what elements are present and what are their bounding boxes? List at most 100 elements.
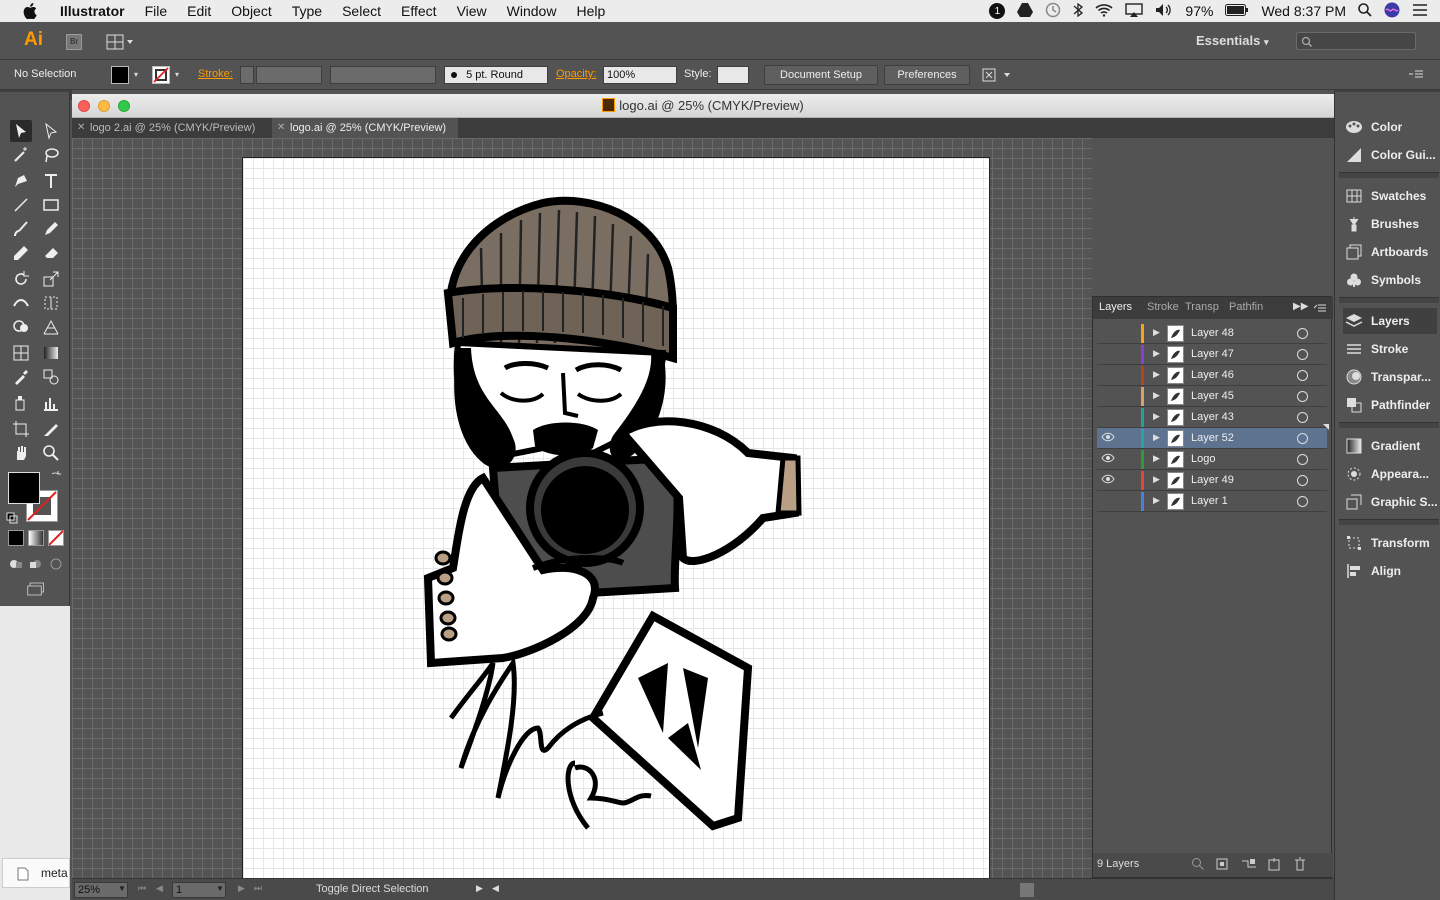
rotate-tool-icon[interactable] — [10, 268, 32, 290]
stroke-label[interactable]: Stroke: — [198, 68, 233, 80]
bridge-button[interactable]: Br — [66, 34, 82, 50]
visibility-eye-icon[interactable] — [1101, 410, 1115, 424]
layer-name[interactable]: Layer 47 — [1191, 348, 1234, 360]
blend-tool-icon[interactable] — [40, 366, 62, 388]
finder-window-tab[interactable]: meta — [2, 858, 70, 888]
expand-layer-icon[interactable]: ▶ — [1153, 411, 1160, 422]
expand-layer-icon[interactable]: ▶ — [1153, 390, 1160, 401]
visibility-eye-icon[interactable] — [1101, 431, 1115, 445]
fill-dropdown[interactable]: ▾ — [130, 66, 142, 84]
expand-layer-icon[interactable]: ▶ — [1153, 369, 1160, 380]
gradient-mode-button[interactable] — [28, 530, 44, 546]
graphic-style-picker[interactable] — [717, 66, 749, 84]
eraser-tool-icon[interactable] — [40, 242, 62, 264]
layer-row[interactable]: ▶ Layer 1 — [1097, 491, 1327, 512]
dock-brushes[interactable]: Brushes — [1343, 211, 1437, 237]
perspective-grid-tool-icon[interactable] — [40, 316, 62, 338]
first-artboard-icon[interactable]: ⏮ — [138, 883, 146, 894]
fill-color-swatch[interactable] — [111, 66, 129, 84]
mesh-tool-icon[interactable] — [10, 342, 32, 364]
tab-pathfinder[interactable]: Pathfin — [1229, 301, 1263, 313]
layer-target-icon[interactable] — [1297, 454, 1308, 465]
dock-stroke[interactable]: Stroke — [1343, 336, 1437, 362]
column-graph-tool-icon[interactable] — [40, 392, 62, 414]
control-panel-menu-icon[interactable] — [1408, 68, 1424, 83]
dock-layers[interactable]: Layers — [1343, 308, 1437, 334]
layer-target-icon[interactable] — [1297, 391, 1308, 402]
dock-graphic-styles[interactable]: Graphic S... — [1343, 489, 1437, 515]
layer-name[interactable]: Layer 43 — [1191, 411, 1234, 423]
fill-color-box[interactable] — [8, 472, 40, 504]
draw-inside-icon[interactable] — [48, 556, 64, 572]
horizontal-scroll-thumb[interactable] — [1020, 883, 1034, 897]
dock-transparency[interactable]: Transpar... — [1343, 364, 1437, 390]
visibility-eye-icon[interactable] — [1101, 326, 1115, 340]
zoom-dropdown-icon[interactable]: ▼ — [118, 884, 126, 893]
expand-layer-icon[interactable]: ▶ — [1153, 495, 1160, 506]
expand-panel-icon[interactable]: ▶▶ — [1293, 301, 1308, 312]
visibility-eye-icon[interactable] — [1101, 389, 1115, 403]
brush-definition-select[interactable]: 5 pt. Round — [444, 66, 548, 84]
pen-tool-icon[interactable] — [10, 170, 32, 192]
stroke-weight-stepper[interactable] — [240, 66, 254, 84]
type-tool-icon[interactable] — [40, 170, 62, 192]
dock-color[interactable]: Color — [1343, 114, 1437, 140]
layer-name[interactable]: Layer 46 — [1191, 369, 1234, 381]
dock-appearance[interactable]: Appeara... — [1343, 461, 1437, 487]
dock-artboards[interactable]: Artboards — [1343, 239, 1437, 265]
document-setup-button[interactable]: Document Setup — [764, 65, 878, 85]
screen-mode-icon[interactable] — [24, 580, 48, 598]
visibility-eye-icon[interactable] — [1101, 473, 1115, 487]
layer-name[interactable]: Layer 1 — [1191, 495, 1228, 507]
status-text[interactable]: Toggle Direct Selection — [316, 883, 429, 895]
layer-row[interactable]: ▶ Layer 43 — [1097, 407, 1327, 428]
layer-row[interactable]: ▶ Layer 49 — [1097, 470, 1327, 491]
dock-pathfinder[interactable]: Pathfinder — [1343, 392, 1437, 418]
last-artboard-icon[interactable]: ⏭ — [254, 883, 262, 894]
onepassword-icon[interactable]: 1 — [989, 3, 1006, 19]
tab-logo[interactable]: ✕ logo.ai @ 25% (CMYK/Preview) — [272, 118, 458, 138]
layer-target-icon[interactable] — [1297, 475, 1308, 486]
locate-object-icon[interactable] — [1191, 857, 1205, 874]
shape-builder-tool-icon[interactable] — [10, 316, 32, 338]
layer-name[interactable]: Logo — [1191, 453, 1215, 465]
artboard-tool-icon[interactable] — [10, 418, 32, 440]
expand-layer-icon[interactable]: ▶ — [1153, 348, 1160, 359]
close-tab-icon[interactable]: ✕ — [277, 118, 285, 138]
lasso-tool-icon[interactable] — [40, 144, 62, 166]
menu-object[interactable]: Object — [221, 3, 281, 19]
artboard[interactable] — [242, 157, 990, 878]
layer-target-icon[interactable] — [1297, 370, 1308, 381]
layer-row[interactable]: ▶ Layer 47 — [1097, 344, 1327, 365]
line-segment-tool-icon[interactable] — [10, 194, 32, 216]
layer-name[interactable]: Layer 52 — [1191, 432, 1234, 444]
new-sublayer-icon[interactable] — [1241, 857, 1257, 874]
panel-menu-icon[interactable] — [1313, 302, 1327, 316]
eyedropper-tool-icon[interactable] — [10, 366, 32, 388]
visibility-eye-icon[interactable] — [1101, 347, 1115, 361]
menu-app-name[interactable]: Illustrator — [54, 3, 135, 19]
layer-target-icon[interactable] — [1297, 496, 1308, 507]
width-tool-icon[interactable] — [10, 292, 32, 314]
slice-tool-icon[interactable] — [40, 418, 62, 440]
symbol-sprayer-tool-icon[interactable] — [10, 392, 32, 414]
scroll-left-icon[interactable]: ◀ — [492, 883, 499, 894]
color-mode-button[interactable] — [8, 530, 24, 546]
tab-logo-2[interactable]: ✕ logo 2.ai @ 25% (CMYK/Preview) — [72, 118, 272, 138]
time-machine-icon[interactable] — [1045, 2, 1061, 21]
free-transform-tool-icon[interactable] — [40, 292, 62, 314]
menu-help[interactable]: Help — [566, 3, 615, 19]
workspace-switcher[interactable]: Essentials ▾ — [1196, 33, 1268, 48]
dock-color-guide[interactable]: Color Gui... — [1343, 142, 1437, 168]
paintbrush-tool-icon[interactable] — [10, 218, 32, 240]
default-fill-stroke-icon[interactable] — [6, 512, 18, 527]
layer-row[interactable]: ▶ Layer 48 — [1097, 323, 1327, 344]
status-menu-icon[interactable]: ▶ — [476, 883, 483, 894]
dock-align[interactable]: Align — [1343, 558, 1437, 584]
dock-gradient[interactable]: Gradient — [1343, 433, 1437, 459]
layer-target-icon[interactable] — [1297, 412, 1308, 423]
dock-transform[interactable]: Transform — [1343, 530, 1437, 556]
layer-target-icon[interactable] — [1297, 349, 1308, 360]
notification-center-icon[interactable] — [1412, 3, 1428, 20]
logo-illustration[interactable] — [243, 158, 991, 878]
